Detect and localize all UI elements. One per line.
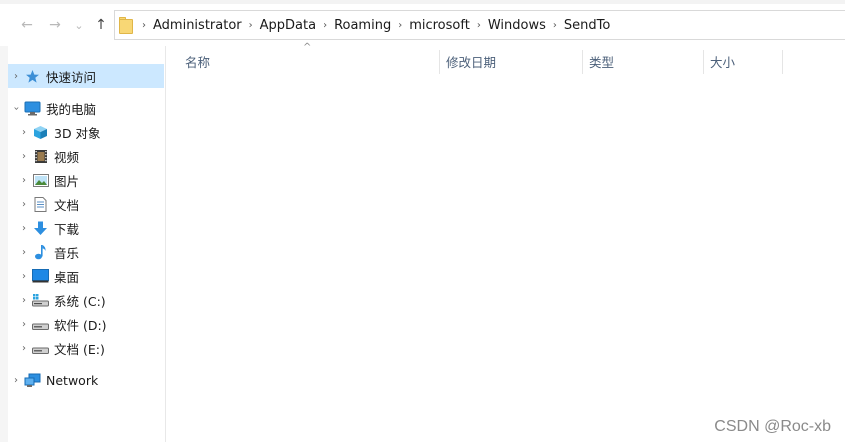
sidebar-item-label: 系统 (C:) — [54, 293, 106, 309]
column-header-type[interactable]: 类型 — [589, 46, 703, 76]
column-header-date-modified[interactable]: 修改日期 — [446, 46, 582, 76]
folder-icon — [119, 16, 133, 34]
desktop-icon — [32, 268, 49, 284]
sidebar-item-pictures[interactable]: › 图片 — [8, 168, 164, 192]
sidebar-item-videos[interactable]: › 视频 — [8, 144, 164, 168]
sidebar-item-network[interactable]: › Network — [8, 368, 164, 392]
sidebar-item-documents[interactable]: › 文档 — [8, 192, 164, 216]
watermark-text: CSDN @Roc-xb — [714, 418, 831, 435]
address-bar[interactable]: › Administrator › AppData › Roaming › mi… — [114, 10, 845, 40]
system-drive-icon — [32, 292, 49, 308]
sidebar-item-label: 桌面 — [54, 269, 80, 285]
chevron-right-icon[interactable]: › — [16, 319, 32, 330]
navigation-pane[interactable]: › 快速访问 › 我的电脑 › 3D 对象 › 视频 › 图片 › 文档 › 下… — [8, 46, 166, 442]
breadcrumb-administrator[interactable]: Administrator — [153, 18, 242, 33]
column-header-label: 名称 — [185, 54, 211, 70]
breadcrumb-windows[interactable]: Windows — [488, 18, 546, 33]
forward-arrow-icon[interactable]: → — [46, 16, 64, 34]
sidebar-item-desktop[interactable]: › 桌面 — [8, 264, 164, 288]
chevron-right-icon[interactable]: › — [16, 247, 32, 258]
sidebar-item-label: 3D 对象 — [54, 125, 101, 141]
chevron-right-icon[interactable]: › — [16, 223, 32, 234]
sidebar-item-label: 下载 — [54, 221, 80, 237]
column-header-size[interactable]: 大小 — [710, 46, 782, 76]
chevron-right-icon[interactable]: › — [16, 271, 32, 282]
column-divider[interactable] — [782, 50, 783, 74]
chevron-right-icon[interactable]: › — [16, 151, 32, 162]
drive-icon — [32, 340, 49, 356]
sidebar-item-label: 软件 (D:) — [54, 317, 107, 333]
chevron-right-icon[interactable]: › — [16, 343, 32, 354]
address-bar-row: ← → ⌄ ↑ › Administrator › AppData › Roam… — [0, 4, 845, 46]
drive-icon — [32, 316, 49, 332]
cube-icon — [32, 124, 49, 140]
sidebar-item-drive-e[interactable]: › 文档 (E:) — [8, 336, 164, 360]
sidebar-item-drive-c[interactable]: › 系统 (C:) — [8, 288, 164, 312]
sidebar-item-this-pc[interactable]: › 我的电脑 — [8, 96, 164, 120]
column-header-label: 大小 — [710, 54, 736, 70]
breadcrumb-sendto[interactable]: SendTo — [564, 18, 610, 33]
sidebar-item-quick-access[interactable]: › 快速访问 — [8, 64, 164, 88]
back-arrow-icon[interactable]: ← — [18, 16, 36, 34]
sidebar-item-label: Network — [46, 372, 99, 388]
sidebar-item-music[interactable]: › 音乐 — [8, 240, 164, 264]
sidebar-item-label: 图片 — [54, 173, 80, 189]
breadcrumb-chevron-icon[interactable]: › — [398, 20, 402, 31]
sidebar-item-label: 快速访问 — [46, 69, 97, 85]
network-icon — [24, 372, 41, 388]
breadcrumb-appdata[interactable]: AppData — [260, 18, 316, 33]
picture-icon — [32, 172, 49, 188]
music-note-icon — [32, 244, 49, 260]
breadcrumb-chevron-icon[interactable]: › — [142, 20, 146, 31]
chevron-right-icon[interactable]: › — [8, 71, 24, 82]
chevron-right-icon[interactable]: › — [16, 199, 32, 210]
download-arrow-icon — [32, 220, 49, 236]
chevron-right-icon[interactable]: › — [8, 375, 24, 386]
chevron-right-icon[interactable]: › — [16, 127, 32, 138]
column-header-label: 类型 — [589, 54, 615, 70]
sidebar-item-3d-objects[interactable]: › 3D 对象 — [8, 120, 164, 144]
breadcrumb-chevron-icon[interactable]: › — [249, 20, 253, 31]
film-icon — [32, 148, 49, 164]
sidebar-item-drive-d[interactable]: › 软件 (D:) — [8, 312, 164, 336]
sidebar-item-label: 文档 — [54, 197, 80, 213]
sidebar-item-label: 音乐 — [54, 245, 80, 261]
breadcrumb-chevron-icon[interactable]: › — [323, 20, 327, 31]
breadcrumb-roaming[interactable]: Roaming — [334, 18, 391, 33]
chevron-down-icon[interactable]: › — [11, 100, 22, 116]
column-header-name[interactable]: 名称 — [185, 46, 439, 76]
chevron-right-icon[interactable]: › — [16, 175, 32, 186]
column-divider[interactable] — [703, 50, 704, 74]
star-pin-icon — [24, 68, 41, 84]
file-list-area[interactable] — [167, 76, 845, 442]
breadcrumb-chevron-icon[interactable]: › — [553, 20, 557, 31]
up-arrow-icon[interactable]: ↑ — [92, 16, 110, 34]
window-left-edge — [0, 46, 8, 442]
sidebar-item-label: 我的电脑 — [46, 101, 97, 117]
column-divider[interactable] — [582, 50, 583, 74]
column-divider[interactable] — [439, 50, 440, 74]
chevron-right-icon[interactable]: › — [16, 295, 32, 306]
breadcrumb-chevron-icon[interactable]: › — [477, 20, 481, 31]
recent-locations-chevron-icon[interactable]: ⌄ — [70, 16, 88, 34]
sidebar-item-downloads[interactable]: › 下载 — [8, 216, 164, 240]
column-header-label: 修改日期 — [446, 54, 497, 70]
sidebar-item-label: 视频 — [54, 149, 80, 165]
sidebar-item-label: 文档 (E:) — [54, 341, 105, 357]
document-icon — [32, 196, 49, 212]
computer-icon — [24, 100, 41, 116]
breadcrumb-microsoft[interactable]: microsoft — [409, 18, 470, 33]
